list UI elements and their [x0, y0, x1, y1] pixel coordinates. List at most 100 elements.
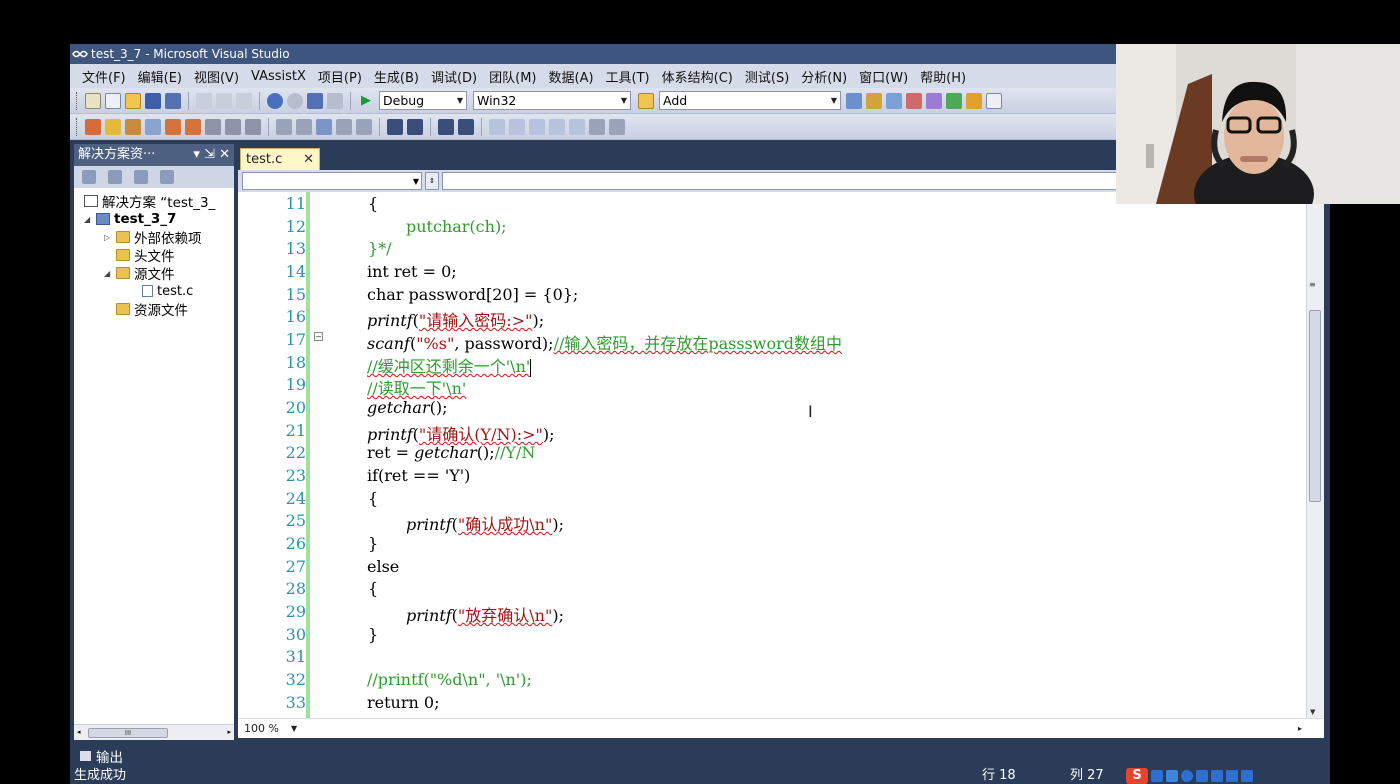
vax-goto-icon[interactable]: [145, 118, 161, 135]
ime-tools-icon[interactable]: [1241, 770, 1253, 782]
tree-item-project[interactable]: ◢ test_3_7: [84, 210, 176, 228]
vax-references-icon[interactable]: [125, 118, 141, 135]
solution-configuration-select[interactable]: Debug ▼: [379, 91, 467, 110]
vax-open-file-icon[interactable]: [85, 118, 101, 135]
ime-punctuation-icon[interactable]: [1166, 770, 1178, 782]
menu-team[interactable]: 团队(M): [483, 67, 542, 86]
scope-select[interactable]: ▼: [242, 172, 422, 190]
scrollbar-thumb[interactable]: III: [88, 728, 168, 738]
close-icon[interactable]: ✕: [303, 152, 314, 167]
sync-icon[interactable]: ⇕: [425, 172, 439, 190]
toolbar-grip[interactable]: [76, 91, 79, 110]
redo-icon[interactable]: [287, 92, 303, 109]
collapse-icon[interactable]: ◢: [104, 269, 116, 278]
scroll-left-icon[interactable]: ◂: [77, 728, 81, 736]
menu-architecture[interactable]: 体系结构(C): [656, 67, 739, 86]
vax-back-icon[interactable]: [165, 118, 181, 135]
object-browser-icon[interactable]: [906, 92, 922, 109]
undo-icon[interactable]: [267, 92, 283, 109]
quick-info-icon[interactable]: [316, 118, 332, 135]
outdent-icon[interactable]: [387, 118, 403, 135]
class-diagram-icon[interactable]: [160, 170, 174, 184]
split-handle-icon[interactable]: ≡: [1309, 280, 1316, 289]
clear-bookmarks-icon[interactable]: [589, 118, 605, 135]
collapse-region-icon[interactable]: −: [314, 332, 323, 341]
refresh-icon[interactable]: [134, 170, 148, 184]
extension-manager-icon[interactable]: [966, 92, 982, 109]
copy-icon[interactable]: [216, 92, 232, 109]
vax-options-icon[interactable]: [245, 118, 261, 135]
paste-icon[interactable]: [236, 92, 252, 109]
tree-item-solution[interactable]: 解决方案 “test_3_: [84, 192, 215, 211]
menu-data[interactable]: 数据(A): [543, 67, 600, 86]
menu-view[interactable]: 视图(V): [188, 67, 245, 86]
add-item-icon[interactable]: [105, 92, 121, 109]
expand-icon[interactable]: ▷: [104, 233, 116, 242]
zoom-level[interactable]: 100 %: [244, 722, 279, 735]
ime-keyboard-icon[interactable]: [1211, 770, 1223, 782]
tree-item-test-c[interactable]: test.c: [142, 282, 193, 300]
tab-test-c[interactable]: test.c ✕: [240, 148, 320, 170]
vax-refactor-icon[interactable]: [205, 118, 221, 135]
parameter-info-icon[interactable]: [296, 118, 312, 135]
menu-analyze[interactable]: 分析(N): [795, 67, 853, 86]
scrollbar-thumb[interactable]: [1309, 310, 1321, 502]
new-project-icon[interactable]: [85, 92, 101, 109]
vax-forward-icon[interactable]: [185, 118, 201, 135]
vertical-scrollbar[interactable]: ▲ ≡ ▼: [1306, 192, 1324, 718]
menu-test[interactable]: 测试(S): [739, 67, 795, 86]
solution-explorer-icon[interactable]: [866, 92, 882, 109]
navigate-forward-icon[interactable]: [327, 92, 343, 109]
solution-platform-select[interactable]: Win32 ▼: [473, 91, 631, 110]
save-all-icon[interactable]: [165, 92, 181, 109]
properties-icon[interactable]: [82, 170, 96, 184]
horizontal-scrollbar[interactable]: ◂ III ▸: [74, 724, 234, 740]
next-bookmark-folder-icon[interactable]: [569, 118, 585, 135]
vax-find-symbol-icon[interactable]: [105, 118, 121, 135]
save-icon[interactable]: [145, 92, 161, 109]
member-select[interactable]: [442, 172, 1122, 190]
previous-bookmark-folder-icon[interactable]: [549, 118, 565, 135]
tree-item-resource-files[interactable]: 资源文件: [116, 300, 188, 319]
find-combo[interactable]: Add ▼: [659, 91, 841, 110]
open-file-icon[interactable]: [125, 92, 141, 109]
tree-item-source-files[interactable]: ◢ 源文件: [104, 264, 175, 283]
menu-window[interactable]: 窗口(W): [853, 67, 914, 86]
menu-debug[interactable]: 调试(D): [425, 67, 483, 86]
menu-vassistx[interactable]: VAssistX: [245, 69, 312, 84]
show-all-files-icon[interactable]: [108, 170, 122, 184]
sogou-ime-logo[interactable]: S: [1126, 768, 1148, 784]
ime-mode-icon[interactable]: [1151, 770, 1163, 782]
cut-icon[interactable]: [196, 92, 212, 109]
toolbox-icon[interactable]: [926, 92, 942, 109]
vax-spellcheck-icon[interactable]: [225, 118, 241, 135]
toolbar-options-icon[interactable]: [609, 118, 625, 135]
ime-skin-icon[interactable]: [1226, 770, 1238, 782]
find-in-files-icon[interactable]: [638, 92, 654, 109]
toolbar-grip[interactable]: [76, 117, 79, 136]
menu-help[interactable]: 帮助(H): [914, 67, 972, 86]
tree-item-external-dependencies[interactable]: ▷ 外部依赖项: [104, 228, 202, 247]
menu-tools[interactable]: 工具(T): [600, 67, 656, 86]
command-window-icon[interactable]: [986, 92, 1002, 109]
uncomment-icon[interactable]: [458, 118, 474, 135]
ime-emoji-icon[interactable]: [1181, 770, 1193, 782]
scroll-right-icon[interactable]: ▸: [1298, 724, 1302, 733]
comment-out-icon[interactable]: [438, 118, 454, 135]
scroll-down-icon[interactable]: ▼: [1310, 708, 1315, 716]
navigate-backward-icon[interactable]: [307, 92, 323, 109]
start-page-icon[interactable]: [946, 92, 962, 109]
output-tab[interactable]: 输出: [96, 746, 123, 766]
menu-project[interactable]: 项目(P): [312, 67, 368, 86]
code-editor[interactable]: − 11 12 13 14 15 16 17 18 19 20 21 22 23…: [238, 192, 1324, 718]
next-bookmark-icon[interactable]: [529, 118, 545, 135]
menu-build[interactable]: 生成(B): [368, 67, 425, 86]
ime-voice-icon[interactable]: [1196, 770, 1208, 782]
word-completion-icon[interactable]: [336, 118, 352, 135]
previous-bookmark-icon[interactable]: [509, 118, 525, 135]
collapse-icon[interactable]: ◢: [84, 215, 96, 224]
indent-icon[interactable]: [407, 118, 423, 135]
scroll-right-icon[interactable]: ▸: [227, 728, 231, 736]
decrease-indent-icon[interactable]: [356, 118, 372, 135]
start-debugging-icon[interactable]: ▶: [361, 93, 371, 108]
